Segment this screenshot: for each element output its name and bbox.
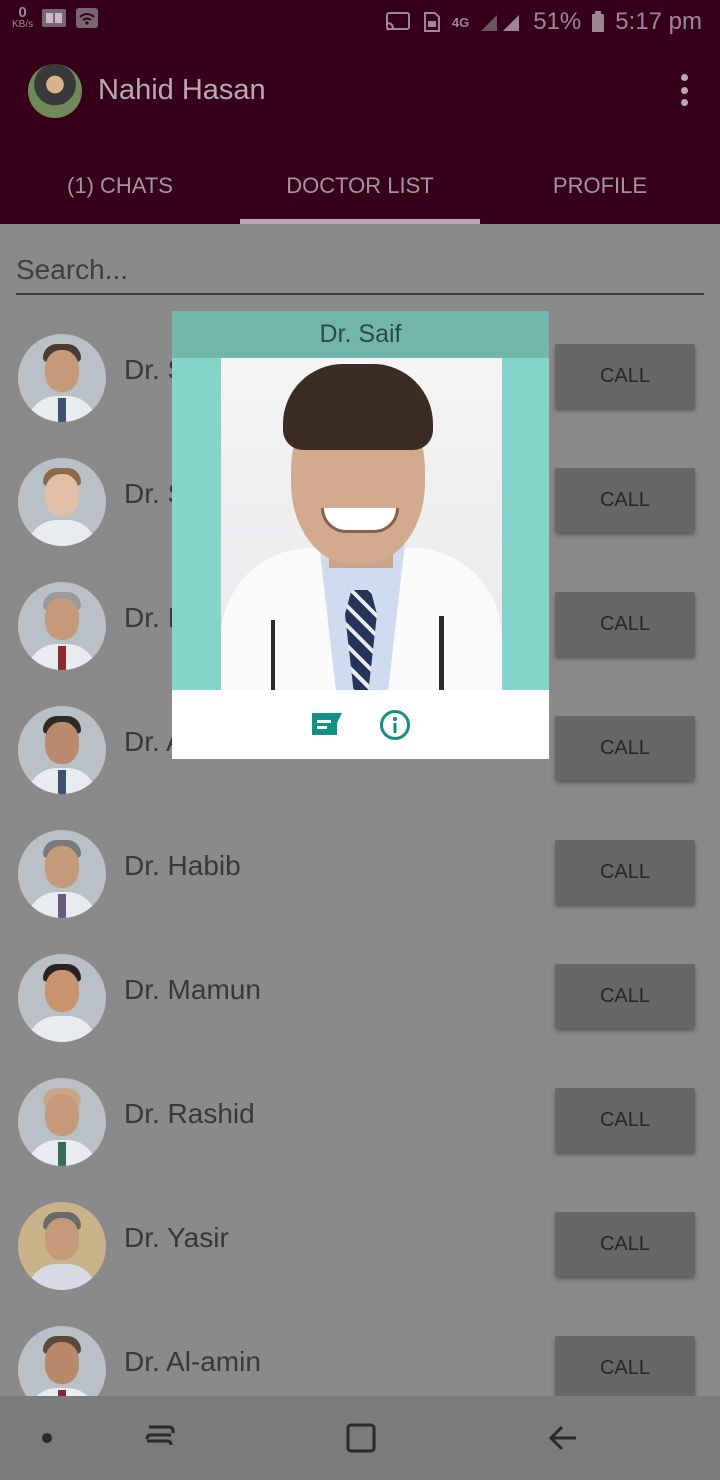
speed-unit: KB/s bbox=[12, 19, 34, 30]
system-navigation-bar bbox=[0, 1396, 720, 1480]
call-button[interactable]: CALL bbox=[555, 344, 695, 408]
doctor-avatar[interactable] bbox=[18, 830, 106, 918]
home-icon[interactable] bbox=[339, 1416, 383, 1460]
network-type: 4G bbox=[451, 14, 470, 30]
list-item: Dr. Rashid CALL bbox=[0, 1056, 720, 1180]
status-left: 0 KB/s bbox=[12, 4, 99, 30]
doctor-avatar[interactable] bbox=[18, 1202, 106, 1290]
wifi-icon bbox=[76, 8, 99, 28]
list-item: Dr. Mamun CALL bbox=[0, 932, 720, 1056]
call-button[interactable]: CALL bbox=[555, 1088, 695, 1152]
user-name: Nahid Hasan bbox=[98, 74, 266, 106]
app-bar: Nahid Hasan (1) CHATS DOCTOR LIST PROFIL… bbox=[0, 44, 720, 224]
battery-icon bbox=[592, 11, 605, 32]
doctor-avatar[interactable] bbox=[18, 334, 106, 422]
tab-doctor-list[interactable]: DOCTOR LIST bbox=[240, 149, 480, 224]
call-button[interactable]: CALL bbox=[555, 964, 695, 1028]
info-icon[interactable] bbox=[378, 708, 412, 742]
doctor-preview-dialog: Dr. Saif bbox=[172, 311, 549, 759]
recent-apps-icon[interactable] bbox=[138, 1416, 182, 1460]
call-button[interactable]: CALL bbox=[555, 592, 695, 656]
network-speed: 0 KB/s bbox=[12, 4, 34, 30]
tab-bar: (1) CHATS DOCTOR LIST PROFILE bbox=[0, 149, 720, 224]
list-item: Dr. Al-amin CALL bbox=[0, 1304, 720, 1396]
search-container bbox=[16, 249, 704, 295]
signal-icon bbox=[481, 15, 520, 31]
battery-percent: 51% bbox=[533, 8, 582, 35]
call-button[interactable]: CALL bbox=[555, 716, 695, 780]
list-item: Dr. Yasir CALL bbox=[0, 1180, 720, 1304]
app-notification-icon bbox=[42, 9, 67, 27]
user-avatar[interactable] bbox=[28, 64, 82, 118]
cast-icon bbox=[385, 12, 410, 31]
doctor-name[interactable]: Dr. Mamun bbox=[124, 974, 261, 1006]
doctor-avatar[interactable] bbox=[18, 954, 106, 1042]
call-button[interactable]: CALL bbox=[555, 840, 695, 904]
status-right: 4G 51% 5:17 pm bbox=[384, 8, 702, 36]
dialog-title: Dr. Saif bbox=[172, 311, 549, 358]
tab-profile[interactable]: PROFILE bbox=[480, 149, 720, 224]
call-button[interactable]: CALL bbox=[555, 1212, 695, 1276]
doctor-avatar[interactable] bbox=[18, 582, 106, 670]
doctor-name[interactable]: Dr. Rashid bbox=[124, 1098, 255, 1130]
more-options-icon[interactable] bbox=[678, 74, 690, 106]
doctor-avatar[interactable] bbox=[18, 1078, 106, 1166]
doctor-name[interactable]: Dr. I bbox=[124, 602, 175, 634]
doctor-photo bbox=[221, 358, 502, 690]
call-button[interactable]: CALL bbox=[555, 1336, 695, 1396]
doctor-avatar[interactable] bbox=[18, 1326, 106, 1396]
message-icon[interactable] bbox=[310, 708, 344, 742]
dot-icon bbox=[25, 1416, 69, 1460]
call-button[interactable]: CALL bbox=[555, 468, 695, 532]
clock: 5:17 pm bbox=[615, 8, 702, 35]
list-item: Dr. Habib CALL bbox=[0, 808, 720, 932]
doctor-name[interactable]: Dr. Al-amin bbox=[124, 1346, 261, 1378]
doctor-name[interactable]: Dr. Yasir bbox=[124, 1222, 229, 1254]
doctor-avatar[interactable] bbox=[18, 458, 106, 546]
doctor-name[interactable]: Dr. Habib bbox=[124, 850, 241, 882]
sim-icon bbox=[423, 12, 440, 32]
dialog-actions bbox=[172, 690, 549, 759]
status-bar: 0 KB/s 4G 51% 5:17 pm bbox=[0, 0, 720, 44]
speed-value: 0 bbox=[18, 4, 27, 21]
tab-chats[interactable]: (1) CHATS bbox=[0, 149, 240, 224]
back-icon[interactable] bbox=[541, 1416, 585, 1460]
dialog-photo-area bbox=[172, 358, 549, 690]
doctor-avatar[interactable] bbox=[18, 706, 106, 794]
search-input[interactable] bbox=[16, 249, 704, 291]
